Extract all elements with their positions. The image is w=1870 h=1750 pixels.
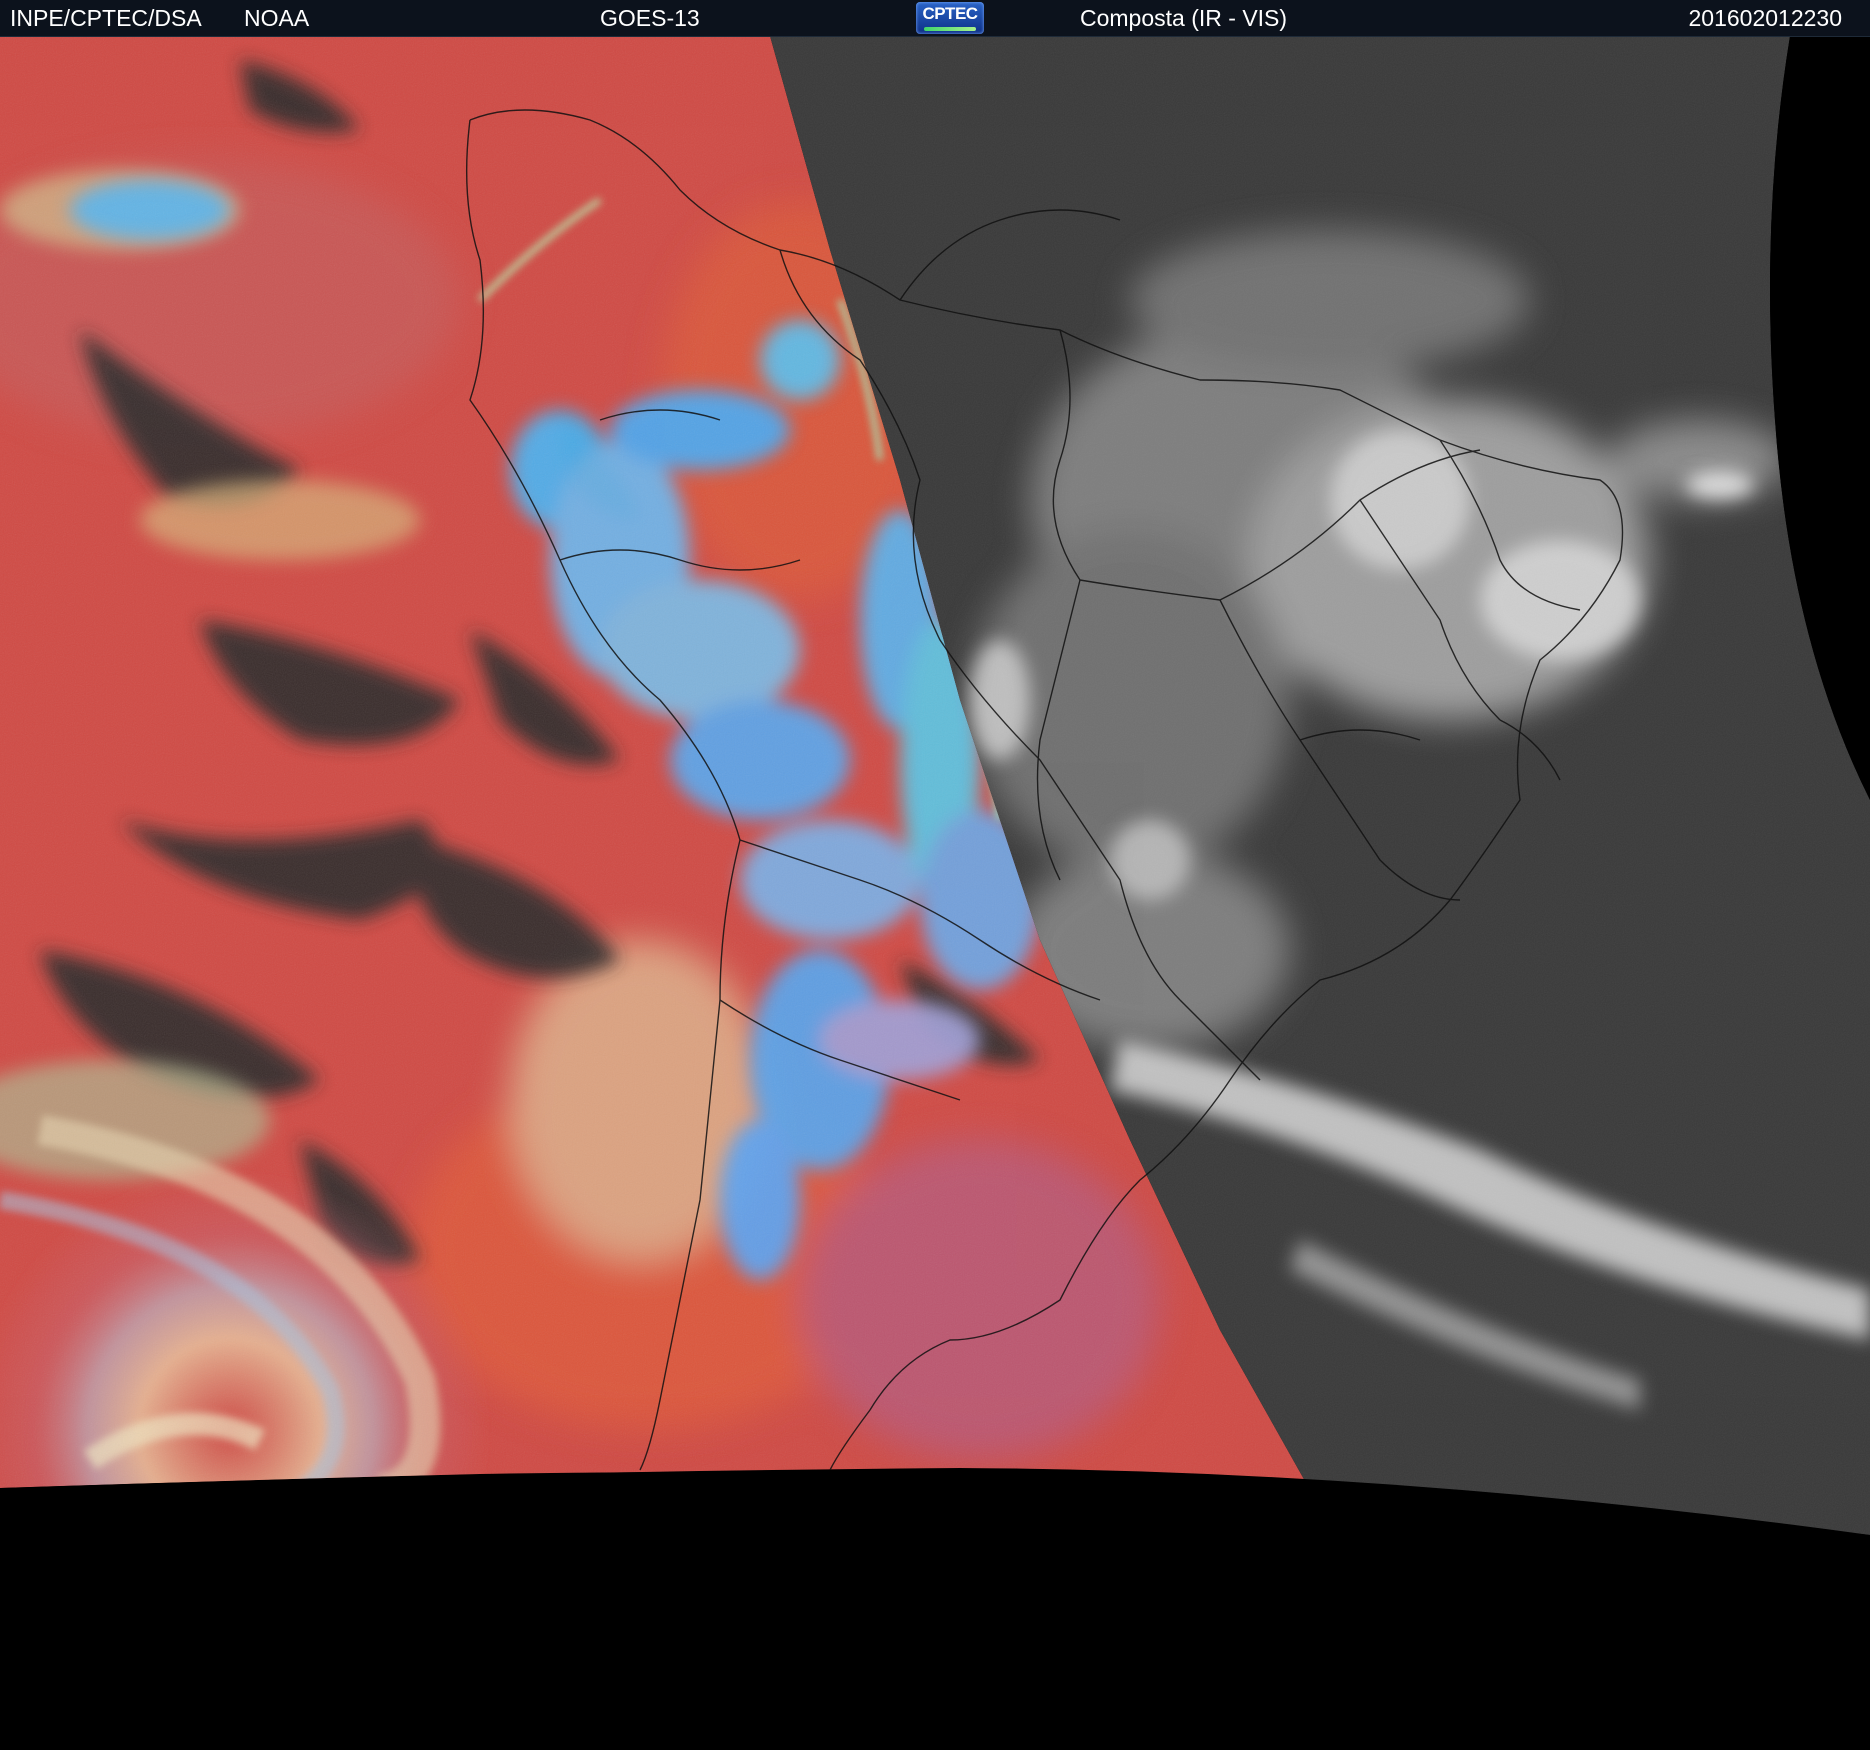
agency-label: NOAA [244,5,310,31]
satellite-image-viewer: INPE/CPTEC/DSA NOAA GOES-13 CPTEC Compos… [0,0,1870,1750]
image-header-bar: INPE/CPTEC/DSA NOAA GOES-13 CPTEC Compos… [0,0,1870,37]
cptec-logo-accent [924,27,976,31]
cptec-logo-text: CPTEC [922,4,978,23]
satellite-label: GOES-13 [600,5,700,31]
institution-label: INPE/CPTEC/DSA [10,5,202,31]
product-label: Composta (IR - VIS) [1080,5,1288,31]
timestamp-label: 201602012230 [1688,5,1843,31]
satellite-composite-image [0,0,1870,1750]
cptec-logo: CPTEC [916,2,984,34]
